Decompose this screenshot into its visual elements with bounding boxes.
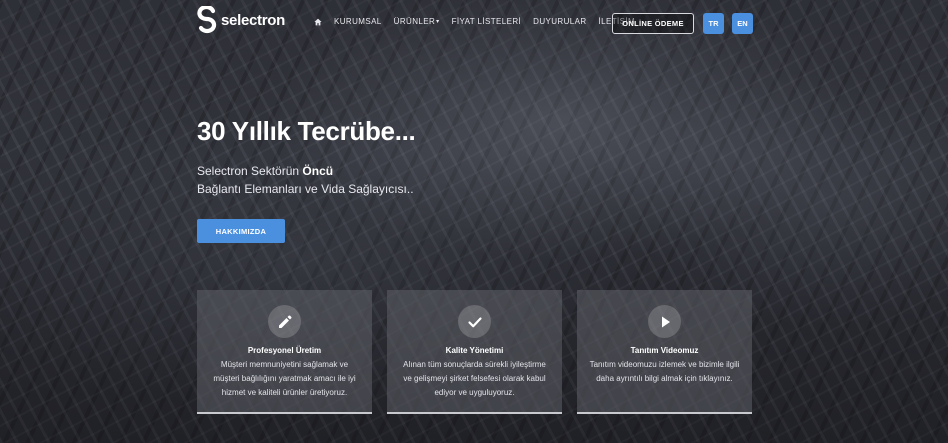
card-text: Müşteri memnuniyetini sağlamak ve müşter… [213, 360, 356, 397]
hero-subtitle-bold: Öncü [302, 164, 334, 178]
pencil-icon [268, 305, 301, 338]
card-text: Alınan tüm sonuçlarda sürekli iyileştirm… [403, 360, 546, 397]
main-nav: KURUMSAL ÜRÜNLER▾ FİYAT LİSTELERİ DUYURU… [314, 17, 635, 26]
logo[interactable]: selectron [197, 4, 285, 34]
card-text: Tanıtım videomuzu izlemek ve bizimle ilg… [589, 360, 740, 383]
feature-card-video[interactable]: Tanıtım Videomuz Tanıtım videomuzu izlem… [577, 290, 752, 414]
hero-subtitle-line2: Bağlantı Elemanları ve Vida Sağlayıcısı.… [197, 182, 414, 196]
nav-item-urunler-label: ÜRÜNLER [393, 17, 436, 26]
nav-item-duyurular[interactable]: DUYURULAR [533, 17, 586, 26]
hero-subtitle-line1: Selectron Sektörün Öncü [197, 164, 333, 178]
online-payment-button[interactable]: ONLİNE ÖDEME [612, 13, 694, 34]
checkmark-icon [458, 305, 491, 338]
about-button[interactable]: HAKKIMIZDA [197, 219, 285, 243]
home-icon[interactable] [314, 18, 322, 26]
site-header: selectron KURUMSAL ÜRÜNLER▾ FİYAT LİSTEL… [0, 0, 948, 46]
feature-card-production[interactable]: Profesyonel Üretim Müşteri memnuniyetini… [197, 290, 372, 414]
nav-item-urunler[interactable]: ÜRÜNLER▾ [394, 17, 440, 26]
nav-item-kurumsal[interactable]: KURUMSAL [334, 17, 382, 26]
language-en-button[interactable]: EN [732, 13, 753, 34]
hero-subtitle-prefix: Selectron Sektörün [197, 164, 303, 178]
nav-item-fiyat-listeleri[interactable]: FİYAT LİSTELERİ [452, 17, 522, 26]
hero-title: 30 Yıllık Tecrübe... [197, 116, 416, 146]
card-title: Profesyonel Üretim [247, 346, 322, 355]
play-icon [648, 305, 681, 338]
logo-text: selectron [221, 11, 285, 29]
language-tr-button[interactable]: TR [703, 13, 724, 34]
card-title: Tanıtım Videomuz [630, 346, 699, 355]
card-title: Kalite Yönetimi [445, 346, 504, 355]
feature-card-quality[interactable]: Kalite Yönetimi Alınan tüm sonuçlarda sü… [387, 290, 562, 414]
chevron-down-icon: ▾ [436, 19, 440, 25]
selectron-logo-icon [197, 4, 217, 34]
